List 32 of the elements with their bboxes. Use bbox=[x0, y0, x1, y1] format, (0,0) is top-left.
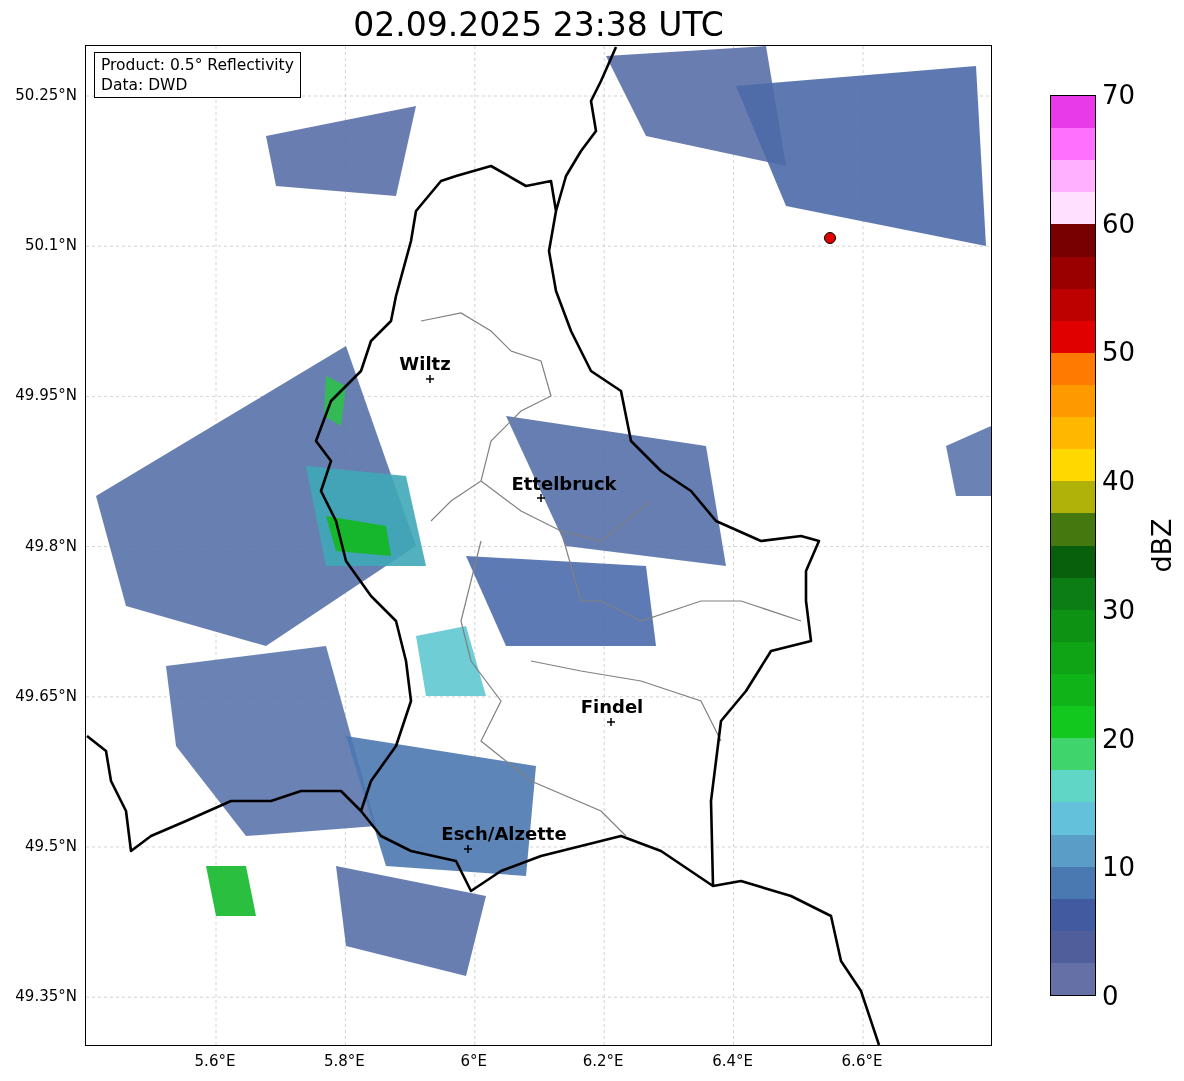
colorbar-tick-label: 70 bbox=[1102, 80, 1136, 110]
latitude-label: 50.1°N bbox=[24, 236, 77, 255]
latitude-label: 49.35°N bbox=[15, 987, 77, 1006]
colorbar-unit-label: dBZ bbox=[1145, 518, 1177, 573]
colorbar-tick-label: 0 bbox=[1102, 981, 1119, 1011]
longitude-label: 6°E bbox=[460, 1052, 488, 1070]
colorbar-tick-label: 40 bbox=[1102, 466, 1136, 497]
latitude-label: 49.65°N bbox=[15, 686, 77, 705]
colorbar-tick-label: 50 bbox=[1102, 337, 1136, 368]
plus-icon bbox=[606, 717, 616, 727]
city-label: Findel bbox=[580, 696, 644, 717]
longitude-label: 5.6°E bbox=[194, 1052, 236, 1070]
location-marker bbox=[824, 232, 836, 244]
colorbar-tick-label: 20 bbox=[1102, 723, 1136, 754]
colorbar-tick-label: 30 bbox=[1102, 594, 1136, 625]
latitude-label: 49.8°N bbox=[24, 536, 77, 555]
colorbar-tick-label: 60 bbox=[1102, 208, 1136, 239]
info-text: Data: DWD bbox=[101, 75, 189, 95]
plus-icon bbox=[536, 493, 546, 503]
plus-icon bbox=[463, 844, 473, 854]
longitude-label: 6.2°E bbox=[582, 1052, 624, 1070]
info-text: Product: 0.5° Reflectivity bbox=[101, 55, 294, 75]
city-label: Wiltz bbox=[399, 353, 451, 374]
latitude-label: 49.5°N bbox=[24, 837, 77, 855]
colorbar-tick-label: 10 bbox=[1102, 852, 1136, 883]
chart-title: 02.09.2025 23:38 UTC bbox=[353, 5, 724, 45]
latitude-label: 49.95°N bbox=[15, 386, 77, 405]
longitude-label: 6.6°E bbox=[841, 1052, 883, 1070]
longitude-label: 5.8°E bbox=[323, 1052, 365, 1070]
plus-icon bbox=[425, 374, 435, 384]
latitude-label: 50.25°N bbox=[15, 86, 77, 104]
longitude-label: 6.4°E bbox=[712, 1052, 753, 1070]
